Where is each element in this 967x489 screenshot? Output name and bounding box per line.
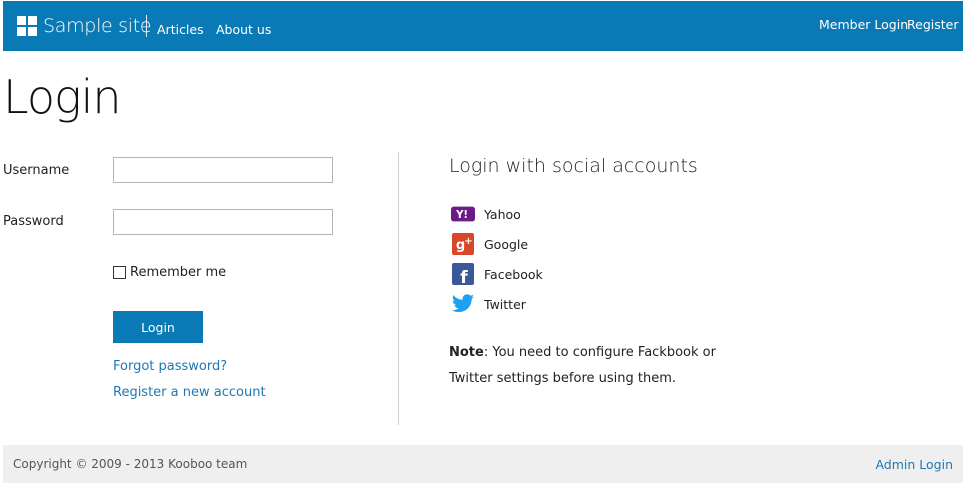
top-navigation-bar: Sample site Articles About us Member Log…	[3, 1, 963, 51]
username-input[interactable]	[113, 157, 333, 183]
yahoo-label: Yahoo	[484, 206, 521, 222]
google-login-link[interactable]: g + Google	[451, 233, 528, 255]
svg-text:+: +	[464, 236, 472, 247]
register-new-account-link[interactable]: Register a new account	[113, 385, 266, 400]
svg-text:f: f	[460, 268, 468, 285]
facebook-label: Facebook	[484, 266, 543, 282]
twitter-label: Twitter	[484, 296, 526, 312]
site-name: Sample site	[43, 15, 152, 37]
site-brand-link[interactable]: Sample site	[17, 14, 152, 38]
google-plus-icon: g +	[451, 233, 475, 255]
column-divider	[398, 152, 399, 425]
page-title: Login	[3, 70, 122, 124]
password-label: Password	[3, 214, 64, 229]
yahoo-icon: Y!	[451, 203, 475, 225]
twitter-icon	[451, 293, 475, 315]
brand-logo-icon	[17, 16, 37, 36]
social-login-title: Login with social accounts	[449, 155, 698, 177]
remember-me-checkbox[interactable]	[113, 266, 126, 279]
twitter-login-link[interactable]: Twitter	[451, 293, 526, 315]
yahoo-login-link[interactable]: Y! Yahoo	[451, 203, 521, 225]
footer: Copyright © 2009 - 2013 Kooboo team Admi…	[3, 445, 963, 483]
social-config-note: Note: You need to configure Fackbook or …	[449, 340, 729, 392]
username-label: Username	[3, 163, 70, 178]
remember-me-row: Remember me	[113, 265, 226, 280]
copyright-text: Copyright © 2009 - 2013 Kooboo team	[13, 457, 248, 471]
member-login-link[interactable]: Member Login	[819, 17, 908, 32]
facebook-login-link[interactable]: f Facebook	[451, 263, 543, 285]
svg-text:Y!: Y!	[455, 210, 468, 221]
google-label: Google	[484, 236, 529, 252]
brand-separator	[146, 15, 147, 37]
admin-login-link[interactable]: Admin Login	[875, 457, 953, 472]
login-button[interactable]: Login	[113, 311, 203, 343]
nav-about-us-link[interactable]: About us	[216, 22, 271, 37]
note-text: : You need to configure Fackbook or Twit…	[449, 345, 716, 386]
note-label: Note	[449, 345, 484, 360]
nav-articles-link[interactable]: Articles	[157, 22, 204, 37]
password-input[interactable]	[113, 209, 333, 235]
register-link[interactable]: Register	[907, 17, 958, 32]
facebook-icon: f	[451, 263, 475, 285]
forgot-password-link[interactable]: Forgot password?	[113, 359, 227, 374]
remember-me-label[interactable]: Remember me	[130, 265, 226, 280]
